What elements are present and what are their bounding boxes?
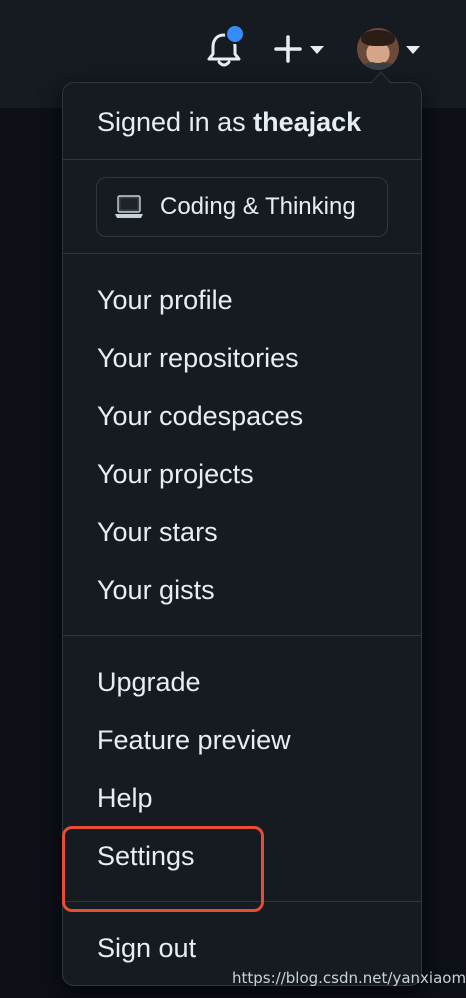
dropdown-pointer-fill xyxy=(371,73,391,84)
laptop-icon xyxy=(115,195,143,218)
notification-indicator xyxy=(225,24,245,44)
username: theajack xyxy=(253,107,362,137)
signed-in-header: Signed in as theajack xyxy=(97,107,361,138)
avatar-shirt xyxy=(362,62,394,70)
divider xyxy=(63,635,421,636)
menu-item-your-gists[interactable]: Your gists xyxy=(97,575,215,606)
avatar[interactable] xyxy=(357,28,399,70)
plus-icon[interactable] xyxy=(272,33,304,65)
menu-item-help[interactable]: Help xyxy=(97,783,153,814)
chevron-down-icon[interactable] xyxy=(310,46,324,54)
menu-item-your-profile[interactable]: Your profile xyxy=(97,285,233,316)
divider xyxy=(63,159,421,160)
menu-item-feature-preview[interactable]: Feature preview xyxy=(97,725,291,756)
menu-item-your-projects[interactable]: Your projects xyxy=(97,459,254,490)
menu-item-sign-out[interactable]: Sign out xyxy=(97,933,196,964)
watermark: https://blog.csdn.net/yanxiaomu xyxy=(232,969,466,987)
chevron-down-icon[interactable] xyxy=(406,46,420,54)
github-page: Signed in as theajack Coding & Thinking … xyxy=(0,0,466,998)
status-text: Coding & Thinking xyxy=(160,193,356,220)
avatar-hair xyxy=(361,30,395,46)
set-status-button[interactable]: Coding & Thinking xyxy=(96,177,388,237)
divider xyxy=(63,253,421,254)
signed-in-prefix: Signed in as xyxy=(97,107,254,137)
menu-item-your-codespaces[interactable]: Your codespaces xyxy=(97,401,303,432)
menu-item-your-repositories[interactable]: Your repositories xyxy=(97,343,299,374)
menu-item-upgrade[interactable]: Upgrade xyxy=(97,667,201,698)
settings-highlight-annotation xyxy=(62,826,264,912)
menu-item-your-stars[interactable]: Your stars xyxy=(97,517,218,548)
